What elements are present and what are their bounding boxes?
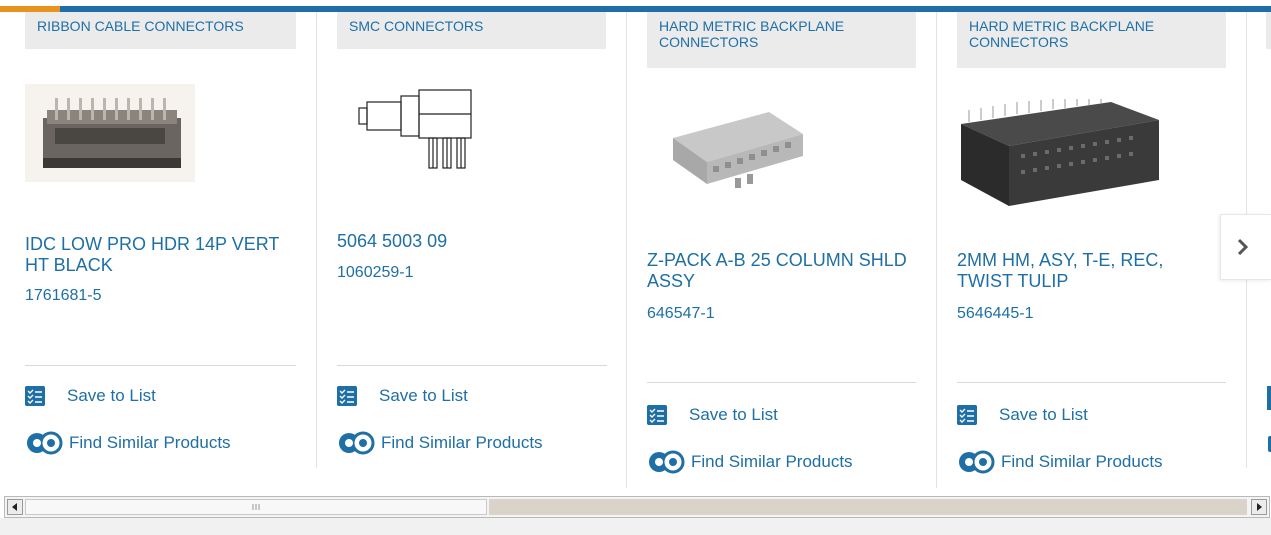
- save-to-list-label: Save to List: [67, 386, 156, 405]
- card-divider: [316, 12, 317, 468]
- scrollbar-grip-icon: [252, 504, 260, 510]
- save-to-list-button[interactable]: Save to List: [957, 405, 1088, 425]
- find-similar-label: Find Similar Products: [1001, 452, 1163, 471]
- backplane-connector-image[interactable]: [673, 108, 803, 192]
- find-similar-button[interactable]: Find Similar Products: [647, 450, 853, 474]
- part-number[interactable]: 1761681-5: [25, 287, 102, 305]
- horizontal-scrollbar[interactable]: [4, 496, 1270, 518]
- category-tag[interactable]: HARD METRIC BACKPLANE CONNECTORS: [647, 12, 916, 68]
- part-number[interactable]: 5646445-1: [957, 305, 1034, 323]
- hm-connector-image[interactable]: [961, 98, 1159, 206]
- scroll-right-icon: [1257, 503, 1262, 511]
- find-similar-icon: [959, 450, 995, 474]
- footer-strip: [0, 518, 1271, 535]
- category-tag[interactable]: RIBBON CABLE CONNECTORS: [25, 12, 296, 49]
- product-title[interactable]: 5064 5003 09: [337, 231, 597, 252]
- find-similar-label: Find Similar Products: [381, 433, 543, 452]
- ribbon-connector-image[interactable]: [25, 84, 195, 182]
- card-rule: [957, 382, 1226, 383]
- find-similar-button[interactable]: Find Similar Products: [25, 431, 231, 455]
- card-divider: [626, 12, 627, 488]
- part-number[interactable]: 646547-1: [647, 305, 715, 323]
- product-title[interactable]: Z-PACK A-B 25 COLUMN SHLD ASSY: [647, 250, 907, 292]
- save-to-list-button[interactable]: Save to List: [647, 405, 778, 425]
- chevron-right-icon: [1237, 238, 1249, 256]
- save-to-list-button[interactable]: Save to List: [337, 386, 468, 406]
- partial-card-list-icon: [1267, 386, 1271, 410]
- find-similar-icon: [649, 450, 685, 474]
- find-similar-icon: [339, 431, 375, 455]
- product-card: HARD METRIC BACKPLANE CONNECTORS Z-PACK …: [647, 12, 917, 488]
- save-to-list-label: Save to List: [689, 405, 778, 424]
- carousel-next-button[interactable]: [1220, 214, 1271, 280]
- scroll-left-icon: [12, 503, 17, 511]
- scrollbar-track[interactable]: [489, 499, 1247, 515]
- save-to-list-label: Save to List: [999, 405, 1088, 424]
- product-card: HARD METRIC BACKPLANE CONNECTORS 2MM HM,…: [957, 12, 1227, 488]
- card-rule: [25, 365, 296, 366]
- product-title[interactable]: IDC LOW PRO HDR 14P VERT HT BLACK: [25, 234, 285, 276]
- checklist-icon: [25, 386, 45, 406]
- part-number[interactable]: 1060259-1: [337, 264, 414, 282]
- save-to-list-label: Save to List: [379, 386, 468, 405]
- product-title[interactable]: 2MM HM, ASY, T-E, REC, TWIST TULIP: [957, 250, 1217, 292]
- scroll-right-button[interactable]: [1251, 499, 1267, 515]
- checklist-icon: [337, 386, 357, 406]
- partial-card-tag: [1266, 12, 1271, 49]
- find-similar-label: Find Similar Products: [691, 452, 853, 471]
- save-to-list-button[interactable]: Save to List: [25, 386, 156, 406]
- checklist-icon: [647, 405, 667, 425]
- find-similar-button[interactable]: Find Similar Products: [957, 450, 1163, 474]
- find-similar-label: Find Similar Products: [69, 433, 231, 452]
- product-card: SMC CONNECTORS 5064 5003 09 1060259-1 Sa…: [337, 12, 607, 472]
- scrollbar-thumb[interactable]: [25, 499, 487, 515]
- scroll-left-button[interactable]: [7, 499, 23, 515]
- card-divider: [936, 12, 937, 488]
- category-tag[interactable]: SMC CONNECTORS: [337, 12, 606, 49]
- card-rule: [647, 382, 916, 383]
- checklist-icon: [957, 405, 977, 425]
- find-similar-icon: [27, 431, 63, 455]
- product-card: RIBBON CABLE CONNECTORS IDC LOW PRO HDR …: [25, 12, 296, 472]
- top-accent-bar: [0, 0, 1271, 12]
- category-tag[interactable]: HARD METRIC BACKPLANE CONNECTORS: [957, 12, 1226, 68]
- smc-connector-drawing[interactable]: [357, 86, 477, 178]
- find-similar-button[interactable]: Find Similar Products: [337, 431, 543, 455]
- card-rule: [337, 365, 607, 366]
